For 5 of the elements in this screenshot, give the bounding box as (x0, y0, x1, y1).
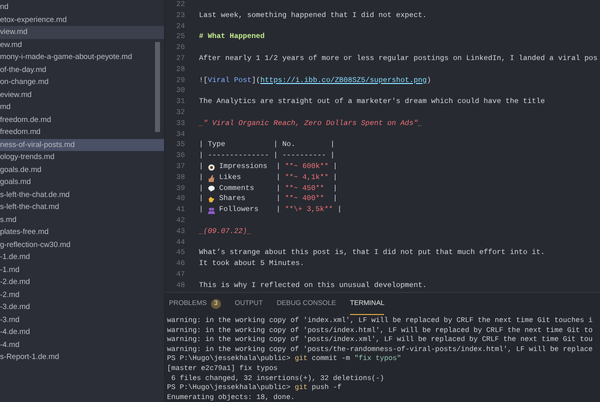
eye-icon (208, 164, 215, 171)
speech-bubble-icon (208, 185, 215, 192)
thumbs-up-icon (208, 174, 215, 182)
people-icon (208, 207, 215, 214)
scrollbar-thumb[interactable] (155, 42, 160, 132)
